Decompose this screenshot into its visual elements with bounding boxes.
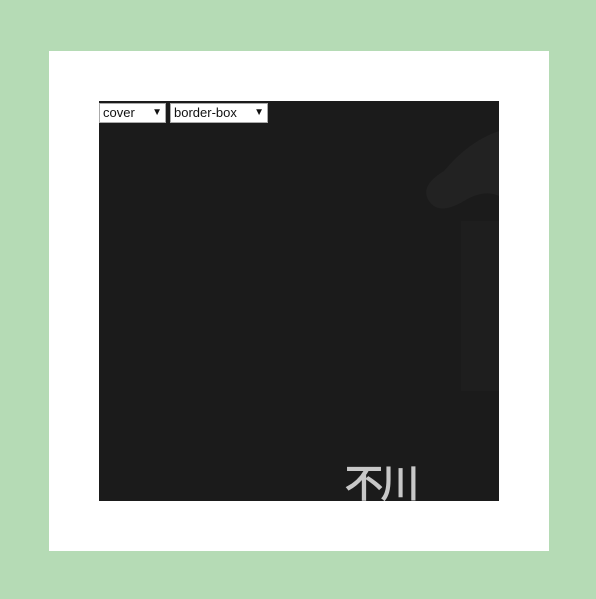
background-size-value: cover (103, 105, 135, 120)
background-image-box: 不川 (99, 101, 499, 501)
dropdown-triangle-icon: ▼ (254, 107, 264, 118)
demo-page: 不川 cover ▼ border-box ▼ (0, 0, 596, 599)
background-origin-select[interactable]: border-box ▼ (170, 103, 268, 123)
background-image-text: 不川 (345, 461, 419, 502)
controls-bar: cover ▼ border-box ▼ (99, 103, 268, 123)
background-origin-value: border-box (174, 105, 237, 120)
background-panel (461, 221, 499, 391)
dropdown-triangle-icon: ▼ (152, 107, 162, 118)
background-blob (426, 131, 499, 209)
background-image-shapes (426, 131, 499, 391)
background-size-select[interactable]: cover ▼ (99, 103, 166, 123)
